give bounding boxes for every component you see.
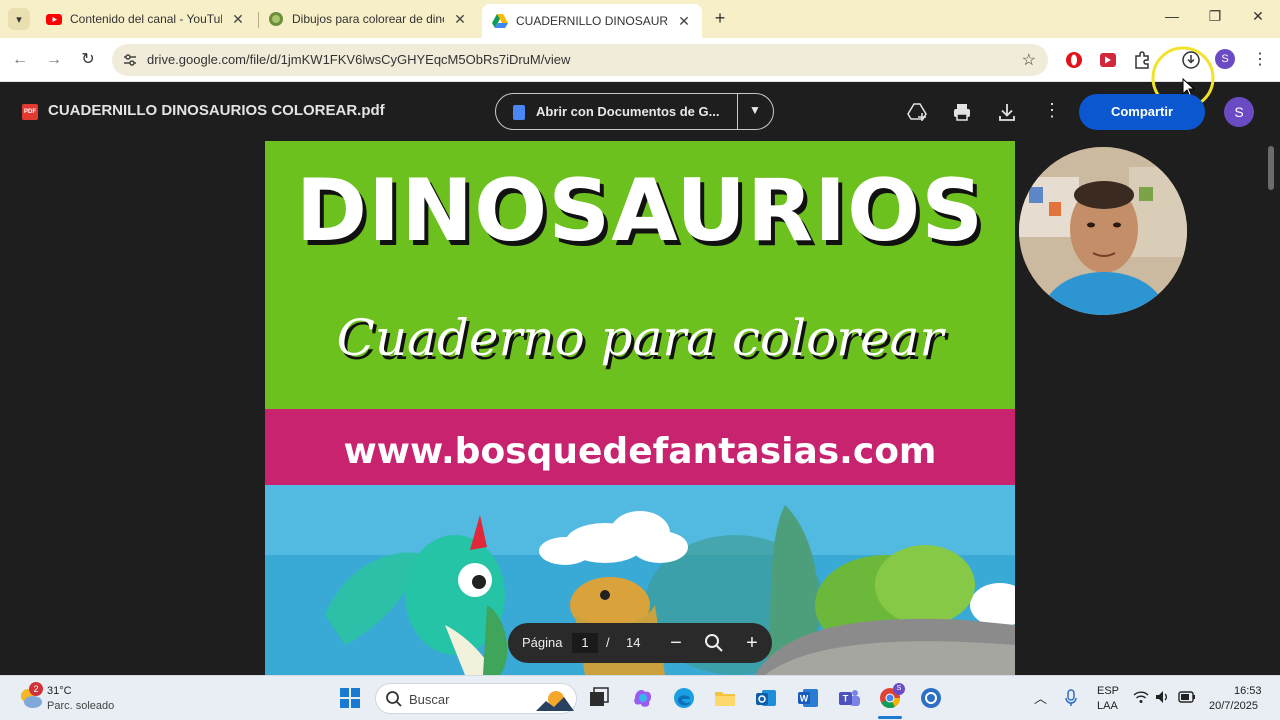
new-tab-button[interactable]: +	[710, 8, 730, 28]
teams-icon[interactable]: T	[837, 686, 861, 710]
clock-date[interactable]: 20/7/2025	[1209, 700, 1258, 712]
browser-menu-icon[interactable]: ⋮	[1250, 50, 1270, 70]
profile-avatar[interactable]: S	[1215, 49, 1235, 69]
pdf-file-icon: PDF	[22, 104, 38, 120]
open-with-button[interactable]: Abrir con Documentos de G... ▼	[495, 93, 774, 130]
page-separator: /	[606, 635, 610, 650]
document-headline: DINOSAURIOS	[295, 161, 985, 261]
globe-icon	[269, 12, 283, 26]
document-website: www.bosquedefantasias.com	[343, 431, 937, 472]
pdf-page: DINOSAURIOS Cuaderno para colorear www.b…	[265, 141, 1015, 675]
battery-icon[interactable]	[1178, 690, 1196, 704]
taskbar-search-input[interactable]: Buscar	[375, 683, 577, 714]
copilot-icon[interactable]	[631, 686, 655, 710]
browser-tab-strip: ▾ Contenido del canal - YouTube ✕ Dibujo…	[0, 0, 1280, 38]
page-scrollbar-thumb[interactable]	[1268, 146, 1274, 190]
tab-youtube[interactable]: Contenido del canal - YouTube ✕	[46, 6, 246, 32]
reload-icon[interactable]: ↻	[78, 50, 98, 70]
active-app-indicator	[878, 716, 902, 719]
share-button[interactable]: Compartir	[1079, 94, 1205, 130]
zoom-fit-icon[interactable]	[702, 631, 726, 655]
button-divider	[737, 94, 738, 129]
minimize-icon[interactable]: —	[1162, 8, 1182, 28]
tab-separator	[258, 12, 259, 28]
edge-browser-icon[interactable]	[672, 686, 696, 710]
url-text: drive.google.com/file/d/1jmKW1FKV6lwsCyG…	[147, 52, 571, 67]
page-label: Página	[522, 635, 563, 650]
address-bar[interactable]: drive.google.com/file/d/1jmKW1FKV6lwsCyG…	[112, 44, 1048, 76]
webcam-overlay	[1019, 147, 1187, 315]
windows-taskbar: 2 31°C Parc. soleado Buscar W T S ︿ ESP …	[0, 675, 1280, 720]
file-explorer-icon[interactable]	[713, 686, 737, 710]
search-placeholder: Buscar	[409, 692, 450, 707]
windows-start-icon[interactable]	[339, 687, 361, 709]
tab-title: Contenido del canal - YouTube	[70, 12, 222, 26]
weather-condition[interactable]: Parc. soleado	[47, 700, 114, 712]
bookmark-star-icon[interactable]: ☆	[1022, 50, 1036, 70]
back-arrow-icon[interactable]: ←	[10, 50, 30, 70]
google-docs-icon	[513, 105, 525, 120]
svg-text:W: W	[800, 694, 809, 704]
close-icon[interactable]: ✕	[452, 11, 468, 28]
browser-toolbar: ← → ↻ drive.google.com/file/d/1jmKW1FKV6…	[0, 38, 1280, 110]
close-icon[interactable]: ✕	[230, 11, 246, 28]
weather-notification-badge: 2	[29, 682, 43, 696]
keyboard-layout[interactable]: LAA	[1097, 700, 1118, 712]
language-indicator[interactable]: ESP	[1097, 685, 1119, 697]
youtube-icon	[46, 14, 62, 25]
chrome-profile-badge: S	[893, 683, 905, 695]
more-options-icon[interactable]: ⋮	[1042, 100, 1062, 120]
show-hidden-icons-chevron-up-icon[interactable]: ︿	[1034, 688, 1047, 707]
add-to-drive-icon[interactable]	[907, 102, 927, 122]
tab-dibujos[interactable]: Dibujos para colorear de dinosa ✕	[268, 6, 468, 32]
clock-time[interactable]: 16:53	[1234, 685, 1262, 697]
tab-search-button[interactable]: ▾	[8, 8, 30, 30]
tab-title: Dibujos para colorear de dinosa	[292, 12, 444, 26]
download-icon[interactable]	[997, 102, 1017, 122]
search-icon	[386, 691, 402, 707]
account-avatar[interactable]: S	[1224, 97, 1254, 127]
google-drive-icon	[492, 14, 508, 28]
zoom-in-icon[interactable]: +	[740, 631, 764, 655]
tab-cuadernillo[interactable]: CUADERNILLO DINOSAURIOS C ✕	[482, 4, 702, 38]
page-number-input[interactable]: 1	[572, 633, 598, 653]
site-settings-icon[interactable]	[122, 52, 138, 68]
page-navigation-bar: Página 1 / 14 − +	[508, 623, 772, 663]
opera-extension-icon[interactable]	[1064, 50, 1084, 70]
chevron-down-icon[interactable]: ▼	[749, 103, 761, 117]
forward-arrow-icon[interactable]: →	[44, 50, 64, 70]
close-icon[interactable]: ✕	[676, 13, 692, 30]
video-extension-icon[interactable]	[1098, 50, 1118, 70]
svg-text:T: T	[843, 694, 849, 704]
drive-viewer-header: PDF CUADERNILLO DINOSAURIOS COLOREAR.pdf…	[0, 82, 1280, 140]
chevron-down-icon: ▾	[16, 13, 22, 26]
page-total: 14	[626, 635, 641, 650]
microphone-icon[interactable]	[1064, 689, 1078, 707]
window-close-icon[interactable]: ✕	[1248, 8, 1268, 28]
document-subtitle: Cuaderno para colorear	[336, 309, 944, 367]
zoom-out-icon[interactable]: −	[664, 631, 688, 655]
volume-icon[interactable]	[1155, 690, 1169, 704]
search-highlight-sunset-icon	[536, 691, 574, 711]
open-with-label: Abrir con Documentos de G...	[536, 104, 720, 119]
screen: ▾ Contenido del canal - YouTube ✕ Dibujo…	[0, 0, 1280, 720]
settings-app-icon[interactable]	[919, 686, 943, 710]
wifi-icon[interactable]	[1133, 690, 1149, 704]
file-title: CUADERNILLO DINOSAURIOS COLOREAR.pdf	[48, 102, 385, 119]
extensions-puzzle-icon[interactable]	[1132, 50, 1152, 70]
print-icon[interactable]	[952, 102, 972, 122]
restore-icon[interactable]: ❐	[1205, 8, 1225, 28]
task-view-icon[interactable]	[587, 686, 611, 710]
word-icon[interactable]: W	[796, 686, 820, 710]
tab-title: CUADERNILLO DINOSAURIOS C	[516, 14, 668, 28]
outlook-icon[interactable]	[754, 686, 778, 710]
weather-temperature[interactable]: 31°C	[47, 685, 72, 697]
